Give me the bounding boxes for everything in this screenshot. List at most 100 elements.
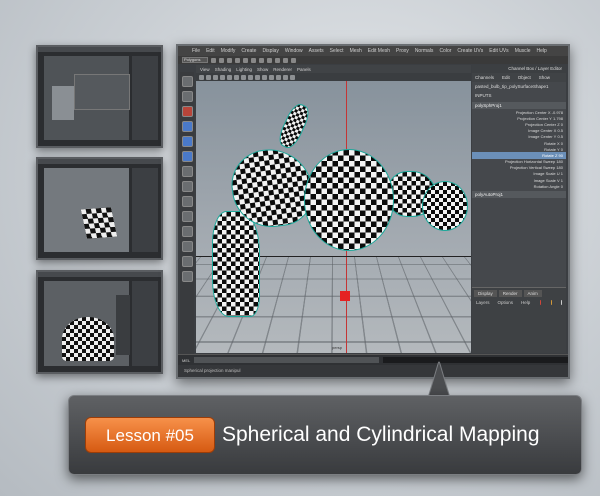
menu-create-uvs[interactable]: Create UVs <box>457 48 483 54</box>
node-polysphproj[interactable]: polySphProj1 <box>472 102 566 109</box>
shadows-icon[interactable] <box>276 74 281 80</box>
last-tool-icon[interactable] <box>181 181 193 192</box>
menu-window[interactable]: Window <box>285 48 303 54</box>
move-tool-icon[interactable] <box>181 121 193 132</box>
attribute-value[interactable]: 0 <box>561 122 563 127</box>
menu-file[interactable]: File <box>192 48 200 54</box>
attribute-value[interactable]: 0.5 <box>557 134 563 139</box>
attribute-value[interactable]: -0.978 <box>552 110 563 115</box>
menu-display[interactable]: Display <box>262 48 278 54</box>
layout-two-icon[interactable] <box>181 226 193 237</box>
menu-color[interactable]: Color <box>439 48 451 54</box>
resolution-gate-icon[interactable] <box>241 74 246 80</box>
select-component-icon[interactable] <box>251 57 256 63</box>
mode-selector[interactable]: Polygons <box>182 57 208 63</box>
layer-menu-help[interactable]: Help <box>521 300 530 305</box>
panel-menu-view[interactable]: View <box>200 67 210 72</box>
menu-modify[interactable]: Modify <box>221 48 236 54</box>
lasso-tool-icon[interactable] <box>181 91 193 102</box>
xray-icon[interactable] <box>283 74 288 80</box>
layout-outliner-icon[interactable] <box>181 241 193 252</box>
attribute-value[interactable]: 0 <box>561 184 563 189</box>
isolate-icon[interactable] <box>290 74 295 80</box>
checker-mesh-leg[interactable] <box>212 211 260 317</box>
panel-menu-renderer[interactable]: Renderer <box>273 67 292 72</box>
layer-tab-anim[interactable]: Anim <box>523 290 542 297</box>
camera-attr-icon[interactable] <box>206 74 211 80</box>
attribute-value[interactable]: 0 <box>561 147 563 152</box>
object-name[interactable]: pasted_bulb_tip_polySurfaceShape1 <box>472 82 566 91</box>
attribute-value[interactable]: 0.5 <box>557 128 563 133</box>
select-hierarchy-icon[interactable] <box>235 57 240 63</box>
attribute-value[interactable]: 1 <box>561 171 563 176</box>
lights-icon[interactable] <box>269 74 274 80</box>
new-layer-icon[interactable] <box>540 300 541 305</box>
textured-icon[interactable] <box>262 74 267 80</box>
ipr-render-icon[interactable] <box>291 57 296 63</box>
menu-assets[interactable]: Assets <box>309 48 324 54</box>
snap-point-icon[interactable] <box>275 57 280 63</box>
attribute-value[interactable]: 1.798 <box>553 116 563 121</box>
layer-tab-render[interactable]: Render <box>498 290 522 297</box>
menu-create[interactable]: Create <box>241 48 256 54</box>
scale-tool-icon[interactable] <box>181 151 193 162</box>
menu-muscle[interactable]: Muscle <box>515 48 531 54</box>
checker-mesh-fin[interactable] <box>275 100 313 152</box>
open-scene-icon[interactable] <box>219 57 224 63</box>
projection-manipulator-handle[interactable] <box>340 291 350 301</box>
panel-menu-show[interactable]: Show <box>257 67 268 72</box>
menu-normals[interactable]: Normals <box>415 48 434 54</box>
tab-edit[interactable]: Edit <box>502 75 510 80</box>
perspective-viewport[interactable]: persp <box>196 81 471 353</box>
attribute-value[interactable]: 180 <box>556 165 563 170</box>
tab-show[interactable]: Show <box>539 75 550 80</box>
menu-select[interactable]: Select <box>330 48 344 54</box>
snap-grid-icon[interactable] <box>259 57 264 63</box>
snap-curve-icon[interactable] <box>267 57 272 63</box>
layer-menu-options[interactable]: Options <box>498 300 514 305</box>
rotate-tool-icon[interactable] <box>181 136 193 147</box>
select-tool-icon[interactable] <box>181 76 193 87</box>
menu-edit-uvs[interactable]: Edit UVs <box>489 48 508 54</box>
attribute-value[interactable]: 0 <box>561 141 563 146</box>
save-scene-icon[interactable] <box>227 57 232 63</box>
new-scene-icon[interactable] <box>211 57 216 63</box>
tab-object[interactable]: Object <box>518 75 531 80</box>
menu-edit-mesh[interactable]: Edit Mesh <box>368 48 390 54</box>
render-icon[interactable] <box>283 57 288 63</box>
film-gate-icon[interactable] <box>234 74 239 80</box>
panel-menu-lighting[interactable]: Lighting <box>236 67 252 72</box>
layout-hypershade-icon[interactable] <box>181 271 193 282</box>
image-plane-icon[interactable] <box>220 74 225 80</box>
layer-menu-layers[interactable]: Layers <box>476 300 490 305</box>
new-layer-selected-icon[interactable] <box>550 300 552 305</box>
attribute-value[interactable]: 90 <box>559 153 563 158</box>
panel-menu-panels[interactable]: Panels <box>297 67 311 72</box>
menu-help[interactable]: Help <box>537 48 547 54</box>
layout-graph-icon[interactable] <box>181 256 193 267</box>
checker-mesh-head[interactable] <box>422 181 468 231</box>
node-polyautoproj[interactable]: polyAutoProj1 <box>472 191 566 199</box>
attribute-value[interactable]: 1 <box>561 178 563 183</box>
attribute-value[interactable]: 180 <box>556 159 563 164</box>
camera-icon[interactable] <box>199 74 204 80</box>
bookmark-icon[interactable] <box>213 74 218 80</box>
layer-tab-display[interactable]: Display <box>474 290 497 297</box>
checker-mesh-sphere[interactable] <box>304 149 394 251</box>
layer-settings-icon[interactable] <box>561 300 562 305</box>
smooth-shade-icon[interactable] <box>255 74 260 80</box>
panel-menu-shading[interactable]: Shading <box>215 67 232 72</box>
menu-proxy[interactable]: Proxy <box>396 48 409 54</box>
attribute-row[interactable]: Rotation Angle 0 <box>472 183 566 189</box>
grid-icon[interactable] <box>227 74 232 80</box>
paint-select-icon[interactable] <box>181 106 193 117</box>
manipulator-tool-icon[interactable] <box>181 166 193 177</box>
tab-channels[interactable]: Channels <box>475 75 494 80</box>
select-object-icon[interactable] <box>243 57 248 63</box>
menu-edit[interactable]: Edit <box>206 48 215 54</box>
layout-single-icon[interactable] <box>181 196 193 207</box>
layout-four-icon[interactable] <box>181 211 193 222</box>
menu-mesh[interactable]: Mesh <box>350 48 362 54</box>
command-input[interactable] <box>194 357 380 363</box>
wireframe-icon[interactable] <box>248 74 253 80</box>
